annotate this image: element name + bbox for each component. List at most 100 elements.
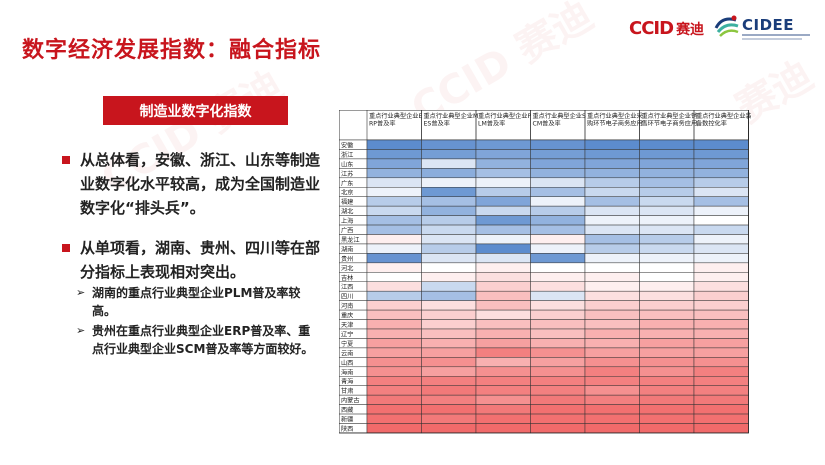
heatmap-cell — [693, 328, 749, 339]
heatmap-cell — [530, 357, 586, 368]
heatmap-cell — [584, 347, 640, 358]
heatmap-cell — [639, 158, 695, 169]
heatmap-cell — [421, 187, 477, 197]
heatmap-row-label: 上海 — [341, 217, 353, 225]
heatmap-cell — [693, 168, 749, 179]
heatmap-cell — [639, 413, 695, 424]
heatmap-cell — [584, 168, 640, 179]
heatmap-cell — [584, 423, 640, 434]
heatmap-row-label: 辽宁 — [341, 330, 353, 338]
heatmap-row-label: 云南 — [341, 349, 353, 357]
heatmap-cell — [584, 224, 640, 235]
heatmap-cell — [693, 234, 749, 245]
heatmap-cell — [366, 243, 422, 254]
heatmap-cell — [475, 328, 531, 339]
heatmap-cell — [366, 215, 422, 226]
heatmap-cell — [584, 404, 640, 415]
heatmap-cell — [530, 177, 586, 188]
heatmap-cell — [639, 205, 695, 216]
heatmap-cell — [421, 376, 477, 386]
heatmap-cell — [639, 300, 695, 311]
heatmap-cell — [421, 413, 477, 424]
heatmap-cell — [639, 187, 695, 197]
heatmap-cell — [475, 394, 531, 405]
heatmap-cell — [584, 234, 640, 245]
heatmap-cell — [584, 205, 640, 216]
heatmap-cell — [584, 338, 640, 349]
heatmap-cell — [421, 404, 477, 415]
heatmap-cell — [475, 149, 531, 160]
heatmap-cell — [530, 243, 586, 254]
heatmap-cell — [421, 243, 477, 254]
heatmap-cell — [421, 177, 477, 188]
heatmap-cell — [475, 177, 531, 188]
heatmap-cell — [475, 224, 531, 235]
heatmap-cell — [693, 413, 749, 424]
heatmap-row-label: 广西 — [341, 227, 353, 235]
heatmap-row-label: 福建 — [341, 198, 353, 206]
heatmap-cell — [475, 205, 531, 216]
heatmap-cell — [584, 272, 640, 283]
heatmap-cell — [366, 290, 422, 301]
heatmap-cell — [421, 357, 477, 368]
heatmap-row-label: 四川 — [341, 294, 353, 301]
heatmap-cell — [584, 366, 640, 377]
heatmap-cell — [639, 168, 695, 179]
heatmap-cell — [530, 290, 586, 301]
heatmap-cell — [366, 319, 422, 330]
heatmap-cell — [693, 149, 749, 160]
heatmap-cell — [693, 319, 749, 330]
heatmap-cell — [366, 300, 422, 311]
heatmap-row-label: 江西 — [341, 284, 353, 291]
heatmap-row-label: 青海 — [341, 378, 353, 386]
heatmap-cell — [366, 423, 422, 434]
heatmap-cell — [584, 177, 640, 188]
heatmap-cell — [639, 309, 695, 320]
heatmap-cell — [693, 187, 749, 197]
heatmap-cell — [366, 196, 422, 207]
heatmap-cell — [475, 215, 531, 226]
heatmap-cell — [475, 413, 531, 424]
heatmap-cell — [421, 158, 477, 169]
heatmap-cell — [366, 394, 422, 405]
heatmap-cell — [530, 215, 586, 226]
arrow-bullet-icon: ➢ — [76, 286, 86, 299]
heatmap-cell — [584, 215, 640, 226]
heatmap-cell — [584, 290, 640, 301]
heatmap-cell — [693, 366, 749, 377]
heatmap-cell — [475, 234, 531, 245]
heatmap-cell — [693, 272, 749, 283]
heatmap-cell — [639, 177, 695, 188]
heatmap-cell — [475, 347, 531, 358]
heatmap-cell — [421, 290, 477, 301]
heatmap-cell — [530, 385, 586, 396]
heatmap-cell — [421, 253, 477, 264]
heatmap-cell — [366, 328, 422, 339]
heatmap-cell — [693, 281, 749, 292]
heatmap-cell — [639, 253, 695, 264]
heatmap-cell — [530, 309, 586, 320]
heatmap-cell — [639, 394, 695, 405]
heatmap-cell — [366, 376, 422, 386]
heatmap-cell — [475, 423, 531, 434]
heatmap-cell — [530, 423, 586, 434]
heatmap-row-label: 山东 — [341, 160, 353, 168]
heatmap-cell — [639, 328, 695, 339]
heatmap-cell — [584, 253, 640, 264]
heatmap-cell — [639, 385, 695, 396]
heatmap-cell — [530, 187, 586, 197]
heatmap-cell — [421, 149, 477, 160]
sub-bullet-text: 湖南的重点行业典型企业PLM普及率较高。 — [92, 286, 301, 318]
heatmap-cell — [693, 376, 749, 386]
heatmap-cell — [366, 149, 422, 160]
heatmap-row-label: 北京 — [341, 189, 353, 197]
heatmap-cell — [366, 262, 422, 273]
heatmap-cell — [530, 338, 586, 349]
heatmap-cell — [475, 300, 531, 311]
bullet-text: 从总体看，安徽、浙江、山东等制造业数字化水平较高，成为全国制造业数字化“排头兵”… — [80, 151, 321, 217]
heatmap-cell — [693, 177, 749, 188]
heatmap-cell — [421, 328, 477, 339]
heatmap-cell — [639, 319, 695, 330]
heatmap-cell — [584, 328, 640, 339]
heatmap-cell — [421, 262, 477, 273]
